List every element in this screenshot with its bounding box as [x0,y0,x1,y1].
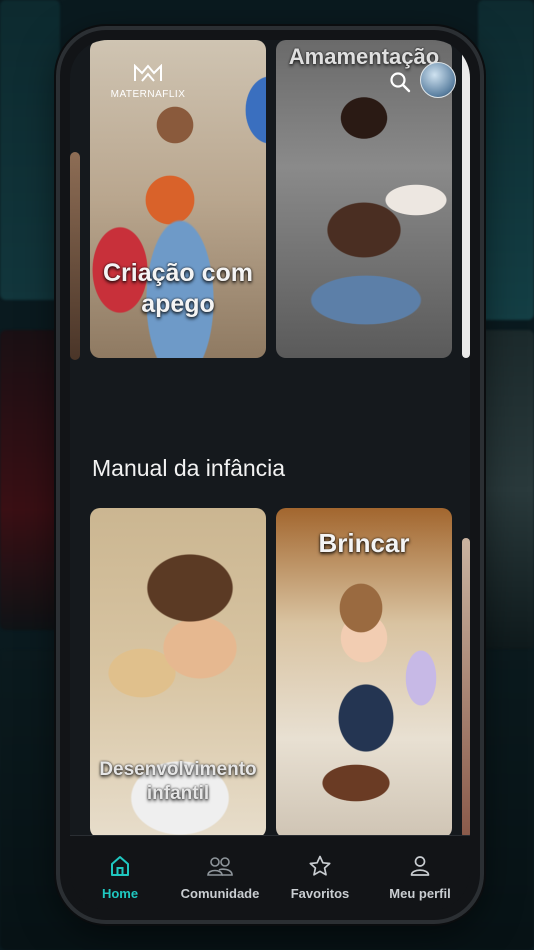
logo-text: MATERNAFLIX [110,89,186,100]
card-title-line: Desenvolvimento [99,759,257,780]
app-logo: MATERNAFLIX [108,63,188,100]
logo-mark-icon [108,63,188,87]
community-icon [173,852,268,880]
star-icon [273,852,368,880]
section-title: Manual da infância [92,455,286,481]
featured-row[interactable]: Criação com apego Amamentação MATERNAFLI… [70,40,470,370]
app-screen: Criação com apego Amamentação MATERNAFLI… [70,40,470,910]
nav-label: Meu perfil [389,886,451,901]
nav-favoritos[interactable]: Favoritos [273,852,368,901]
background-tile [478,330,534,650]
card-peek-right [462,40,470,358]
nav-meu-perfil[interactable]: Meu perfil [373,852,468,901]
nav-home[interactable]: Home [73,852,168,901]
nav-comunidade[interactable]: Comunidade [173,852,268,901]
card-title-line: Criação com [102,259,254,287]
card-brincar[interactable]: Brincar [276,508,452,838]
user-icon [373,852,468,880]
bottom-nav: Home Comunidade Favoritos Meu perfil [70,835,470,910]
background-tile [0,330,60,630]
avatar[interactable] [420,62,456,98]
nav-label: Comunidade [180,886,260,901]
nav-label: Favoritos [290,886,350,901]
card-desenvolvimento-infantil[interactable]: Desenvolvimento infantil [90,508,266,838]
phone-frame: Criação com apego Amamentação MATERNAFLI… [60,30,480,920]
search-icon[interactable] [388,70,412,94]
nav-label: Home [101,886,139,901]
card-title: Brincar [318,528,410,558]
card-peek-right [462,538,470,838]
section-row[interactable]: Desenvolvimento infantil Brincar [70,508,470,838]
background-tile [478,0,534,320]
card-peek-left [70,152,80,360]
card-title-line: apego [141,290,215,319]
background-tile [0,0,60,300]
home-icon [73,852,168,880]
card-title-line: infantil [146,782,210,804]
